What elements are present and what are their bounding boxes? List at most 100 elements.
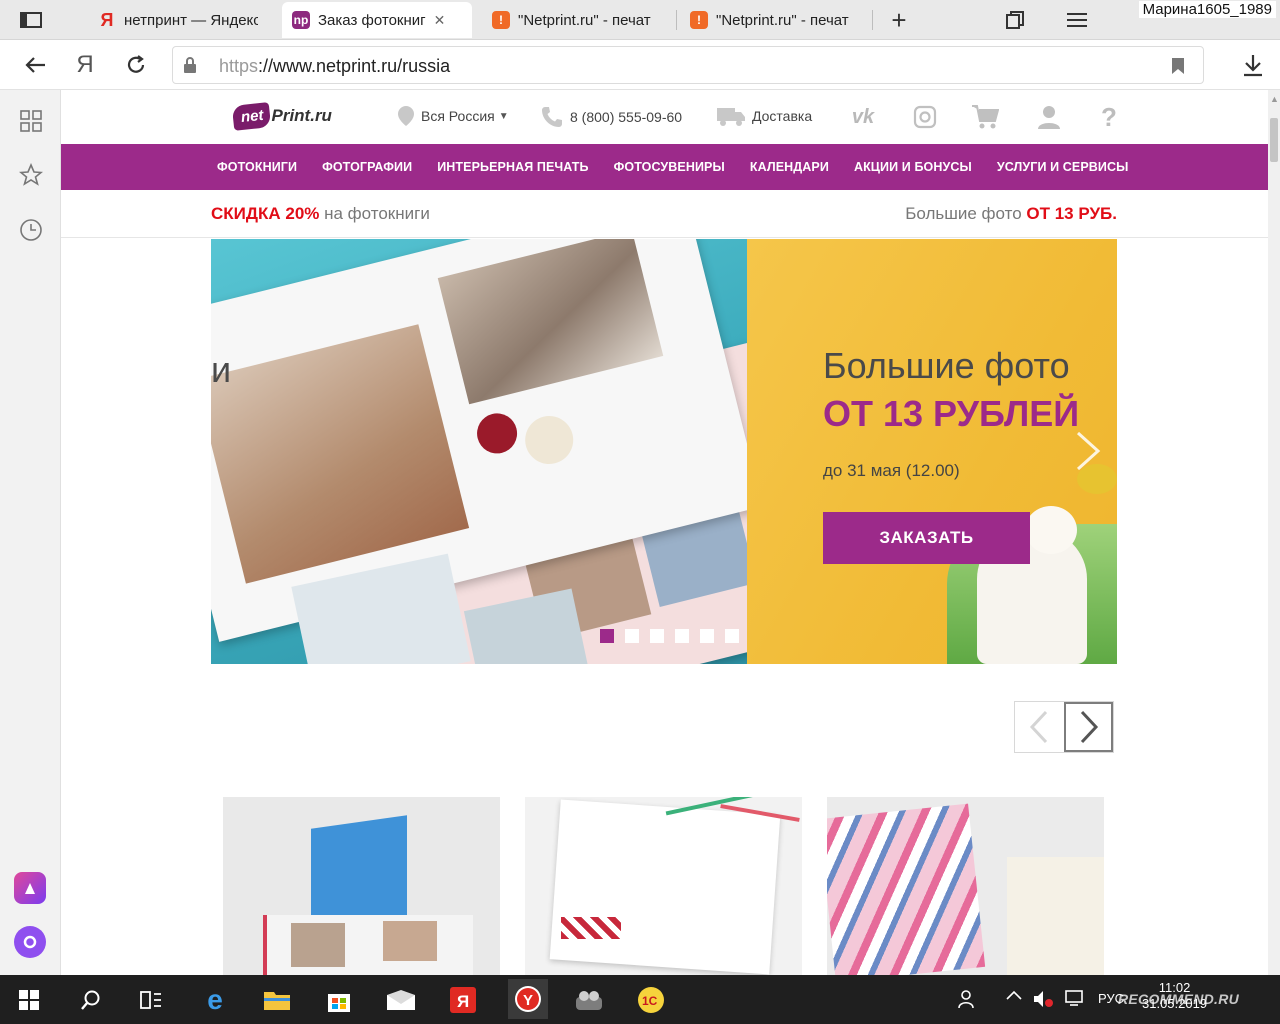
- blue-book-image: [311, 815, 407, 929]
- banner-next-arrow-icon[interactable]: [1073, 431, 1103, 471]
- banner-dot[interactable]: [725, 629, 739, 643]
- url-text: https://www.netprint.ru/russia: [219, 56, 450, 77]
- yandex-favicon-icon: Я: [100, 9, 114, 30]
- tab-otzovik-2[interactable]: ! "Netprint.ru" - печат: [680, 2, 870, 38]
- delivery-link[interactable]: Доставка: [716, 105, 812, 127]
- netprint-logo[interactable]: net Print.ru: [231, 98, 332, 134]
- cart-icon[interactable]: [971, 103, 999, 131]
- tab-label: "Netprint.ru" - печат: [716, 11, 849, 29]
- web-page: net Print.ru Вся Россия ▼ 8 (800) 555-09…: [61, 90, 1268, 975]
- tab-label: Заказ фотокниг: [318, 11, 426, 29]
- banner-title: Большие фото: [823, 345, 1070, 386]
- banner-dot[interactable]: [650, 629, 664, 643]
- banner-dot[interactable]: [625, 629, 639, 643]
- back-arrow-icon[interactable]: [20, 50, 50, 80]
- user-account-icon[interactable]: [1035, 103, 1063, 131]
- menu-photos[interactable]: ФОТОГРАФИИ: [322, 160, 412, 174]
- region-selector[interactable]: Вся Россия ▼: [397, 105, 509, 127]
- people-icon[interactable]: [958, 989, 980, 1012]
- carousel-next-button[interactable]: [1063, 702, 1113, 752]
- tab-otzovik-1[interactable]: ! "Netprint.ru" - печат: [482, 2, 672, 38]
- alice-app-icon[interactable]: [14, 872, 46, 904]
- yandex-app-icon[interactable]: Я: [446, 983, 480, 1017]
- hero-banner[interactable]: и Большие фото ОТ 13 РУБЛЕЙ до 31 мая (1…: [211, 239, 1117, 664]
- downloads-icon[interactable]: [1238, 50, 1268, 80]
- network-icon[interactable]: [1064, 989, 1086, 1010]
- main-menu: ФОТОКНИГИ ФОТОГРАФИИ ИНТЕРЬЕРНАЯ ПЕЧАТЬ …: [61, 144, 1268, 190]
- menu-calendars[interactable]: КАЛЕНДАРИ: [750, 160, 829, 174]
- page-scrollbar[interactable]: ▲: [1268, 90, 1280, 975]
- phone-number: 8 (800) 555-09-60: [570, 109, 683, 125]
- file-explorer-icon[interactable]: [260, 983, 294, 1017]
- store-icon[interactable]: [322, 983, 356, 1017]
- photobook-banner-photo: [211, 239, 747, 664]
- banner-dot[interactable]: [700, 629, 714, 643]
- url-scheme: https: [219, 56, 259, 76]
- help-question-icon[interactable]: ?: [1095, 102, 1123, 132]
- scroll-thumb[interactable]: [1270, 118, 1278, 162]
- edge-browser-icon[interactable]: e: [198, 983, 232, 1017]
- order-button[interactable]: ЗАКАЗАТЬ: [823, 512, 1030, 564]
- promo-big-photos[interactable]: Большие фото ОТ 13 РУБ.: [905, 204, 1117, 224]
- menu-photo-souvenirs[interactable]: ФОТОСУВЕНИРЫ: [614, 160, 725, 174]
- media-app-icon[interactable]: [572, 983, 606, 1017]
- product-card-printed-cover[interactable]: [827, 797, 1104, 975]
- phone-icon: [540, 105, 564, 129]
- windows-start-icon[interactable]: [12, 983, 46, 1017]
- banner-date: до 31 мая (12.00): [823, 461, 960, 480]
- floral-book-image: [1007, 857, 1104, 975]
- product-card-school-album[interactable]: [525, 797, 802, 975]
- carousel-prev-button[interactable]: [1015, 702, 1064, 752]
- bookmark-icon[interactable]: [1171, 57, 1185, 75]
- banner-dot[interactable]: [675, 629, 689, 643]
- menu-hamburger-icon[interactable]: [1062, 6, 1092, 34]
- banner-bleed-text: и: [211, 349, 232, 390]
- tab-netprint-order[interactable]: np Заказ фотокниг ✕: [282, 2, 472, 38]
- school-album-image: [549, 799, 781, 975]
- carousel-nav: [1014, 701, 1114, 753]
- region-label: Вся Россия: [421, 108, 495, 124]
- yandex-home-icon[interactable]: Я: [70, 50, 100, 80]
- mail-icon[interactable]: [384, 983, 418, 1017]
- site-header: net Print.ru Вся Россия ▼ 8 (800) 555-09…: [61, 90, 1268, 143]
- chevron-down-icon: ▼: [498, 110, 509, 122]
- tab-yandex-search[interactable]: Я нетпринт — Яндекс: [88, 2, 268, 38]
- task-view-icon[interactable]: [134, 983, 168, 1017]
- 1c-app-icon[interactable]: 1C: [634, 983, 668, 1017]
- truck-icon: [716, 105, 746, 127]
- promo-photobook-discount[interactable]: СКИДКА 20% на фотокниги: [211, 204, 430, 224]
- tabs-overview-icon[interactable]: [16, 6, 46, 34]
- browser-tab-bar: Я нетпринт — Яндекс np Заказ фотокниг ✕ …: [0, 0, 1280, 40]
- menu-promotions[interactable]: АКЦИИ И БОНУСЫ: [854, 160, 972, 174]
- tab-sync-icon[interactable]: [1000, 6, 1030, 34]
- phone-link[interactable]: 8 (800) 555-09-60: [540, 105, 682, 129]
- vk-icon[interactable]: vk: [849, 103, 877, 131]
- menu-services[interactable]: УСЛУГИ И СЕРВИСЫ: [997, 160, 1129, 174]
- banner-dot[interactable]: [600, 629, 614, 643]
- promo-accent: СКИДКА 20%: [211, 204, 320, 223]
- menu-photobooks[interactable]: ФОТОКНИГИ: [217, 160, 297, 174]
- browser-side-panel: [0, 90, 61, 975]
- yandex-browser-taskbar-icon[interactable]: Y: [508, 979, 548, 1019]
- scroll-up-icon[interactable]: ▲: [1270, 94, 1279, 104]
- new-tab-plus-icon[interactable]: +: [884, 5, 914, 35]
- product-card-photobook[interactable]: [223, 797, 500, 975]
- favorites-star-icon[interactable]: [18, 162, 44, 188]
- tab-label: "Netprint.ru" - печат: [518, 11, 651, 29]
- tray-chevron-up-icon[interactable]: [1006, 989, 1022, 1004]
- apps-grid-icon[interactable]: [18, 108, 44, 134]
- otzovik-favicon-icon: !: [690, 11, 708, 29]
- url-input[interactable]: https://www.netprint.ru/russia: [172, 46, 1204, 84]
- instagram-icon[interactable]: [911, 103, 939, 131]
- promo-strip: СКИДКА 20% на фотокниги Большие фото ОТ …: [61, 190, 1268, 238]
- close-tab-icon[interactable]: ✕: [434, 12, 446, 29]
- search-icon[interactable]: [74, 983, 108, 1017]
- banner-subtitle: ОТ 13 РУБЛЕЙ: [823, 393, 1080, 434]
- volume-muted-icon[interactable]: [1032, 989, 1054, 1012]
- reload-icon[interactable]: [121, 50, 151, 80]
- alice-voice-assistant-icon[interactable]: [14, 926, 46, 958]
- delivery-label: Доставка: [752, 108, 813, 124]
- history-clock-icon[interactable]: [18, 217, 44, 243]
- menu-interior-print[interactable]: ИНТЕРЬЕРНАЯ ПЕЧАТЬ: [437, 160, 588, 174]
- promo-text: Большие фото: [905, 204, 1027, 223]
